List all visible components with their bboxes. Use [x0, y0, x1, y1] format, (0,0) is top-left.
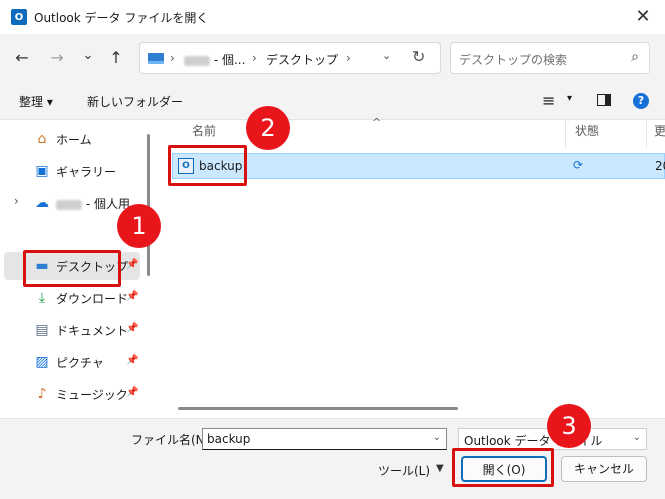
- column-divider[interactable]: [646, 120, 647, 148]
- window-title: Outlook データ ファイルを開く: [34, 11, 209, 25]
- sort-ascending-icon: ^: [372, 116, 382, 129]
- step-badge-3: 3: [547, 404, 591, 448]
- sidebar-item-label: ギャラリー: [56, 165, 117, 179]
- filetype-value: Outlook データ ファイル: [464, 434, 603, 448]
- step-badge-2: 2: [246, 106, 290, 150]
- search-box[interactable]: デスクトップの検索 ⌕: [450, 42, 650, 74]
- breadcrumb-separator[interactable]: ›: [346, 51, 351, 65]
- onedrive-icon: ☁: [35, 195, 49, 211]
- title-bar: O Outlook データ ファイルを開く ✕: [0, 0, 665, 34]
- tools-dropdown-icon[interactable]: ▼: [436, 463, 444, 474]
- search-icon: ⌕: [631, 49, 639, 65]
- step-badge-1: 1: [117, 204, 161, 248]
- command-toolbar: 整理 ▾ 新しいフォルダー ≡ ▾ ?: [0, 82, 665, 120]
- pin-icon: 📌: [126, 355, 139, 366]
- cancel-button[interactable]: キャンセル: [561, 456, 647, 482]
- desktop-icon: [148, 53, 164, 64]
- sidebar-item-label: ホーム: [56, 133, 92, 147]
- column-header-name[interactable]: 名前: [192, 122, 216, 139]
- sidebar-item-music[interactable]: ♪ ミュージック 📌: [4, 380, 140, 408]
- horizontal-scrollbar[interactable]: [178, 407, 458, 410]
- up-button[interactable]: ↑: [106, 48, 126, 68]
- chevron-down-icon[interactable]: ⌄: [633, 432, 641, 443]
- sidebar-item-label: - 個人用: [56, 195, 130, 212]
- sidebar-item-label: ピクチャ: [56, 356, 104, 370]
- view-dropdown-icon[interactable]: ▾: [567, 93, 572, 104]
- back-button[interactable]: ←: [12, 48, 32, 68]
- sidebar-item-gallery[interactable]: ▣ ギャラリー: [4, 157, 140, 185]
- redacted-username: [56, 199, 82, 210]
- sync-status-icon: ⟳: [573, 158, 584, 172]
- filename-input[interactable]: backup ⌄: [202, 428, 447, 450]
- organize-menu[interactable]: 整理 ▾: [19, 93, 53, 110]
- gallery-icon: ▣: [35, 163, 49, 179]
- sidebar-item-pictures[interactable]: ▨ ピクチャ 📌: [4, 348, 140, 376]
- download-icon: ⤓: [38, 290, 46, 306]
- column-divider[interactable]: [565, 120, 566, 148]
- sidebar-item-documents[interactable]: ▤ ドキュメント 📌: [4, 316, 140, 344]
- sidebar-item-home[interactable]: ⌂ ホーム: [4, 125, 140, 153]
- music-icon: ♪: [37, 386, 47, 402]
- breadcrumb-user[interactable]: - 個...: [184, 51, 245, 68]
- home-icon: ⌂: [37, 131, 47, 147]
- recent-locations-button[interactable]: ⌄: [78, 46, 98, 66]
- pin-icon: 📌: [126, 291, 139, 302]
- file-date: 20: [655, 159, 665, 173]
- breadcrumb-desktop[interactable]: デスクトップ: [266, 51, 338, 68]
- tools-menu[interactable]: ツール(L): [378, 462, 430, 479]
- highlight-backup-file: [168, 145, 247, 186]
- help-icon[interactable]: ?: [633, 93, 649, 109]
- breadcrumb-separator[interactable]: ›: [252, 51, 257, 65]
- redacted-username: [184, 55, 210, 66]
- sidebar-item-label: ミュージック: [56, 388, 128, 402]
- sidebar-item-label: ドキュメント: [56, 324, 129, 338]
- pin-icon: 📌: [126, 259, 139, 270]
- column-header-date[interactable]: 更: [654, 122, 665, 139]
- sidebar-item-onedrive[interactable]: › ☁ - 個人用: [4, 189, 140, 217]
- breadcrumb-separator[interactable]: ›: [170, 51, 175, 65]
- navigation-bar: ← → ⌄ ↑ › - 個... › デスクトップ › ⌄ ↻ デスクトップの検…: [0, 34, 665, 82]
- pin-icon: 📌: [126, 387, 139, 398]
- preview-pane-icon[interactable]: [597, 94, 611, 106]
- sidebar-item-downloads[interactable]: ⤓ ダウンロード 📌: [4, 284, 140, 312]
- search-placeholder: デスクトップの検索: [459, 53, 568, 67]
- filename-value: backup: [207, 432, 251, 446]
- refresh-icon[interactable]: ↻: [412, 47, 425, 66]
- column-header-status[interactable]: 状態: [575, 122, 599, 139]
- address-bar[interactable]: › - 個... › デスクトップ › ⌄ ↻: [139, 42, 441, 74]
- view-icon[interactable]: ≡: [542, 91, 555, 110]
- document-icon: ▤: [35, 322, 49, 338]
- highlight-open-button: [452, 448, 554, 487]
- new-folder-button[interactable]: 新しいフォルダー: [87, 93, 183, 110]
- pin-icon: 📌: [126, 323, 139, 334]
- sidebar-item-label: ダウンロード: [56, 292, 129, 306]
- address-dropdown-icon[interactable]: ⌄: [382, 49, 391, 62]
- chevron-down-icon[interactable]: ⌄: [433, 432, 441, 443]
- forward-button[interactable]: →: [47, 48, 67, 68]
- pictures-icon: ▨: [35, 354, 49, 370]
- highlight-desktop: [23, 250, 121, 287]
- close-button[interactable]: ✕: [633, 7, 653, 27]
- expand-chevron-icon[interactable]: ›: [14, 194, 19, 208]
- outlook-app-icon: O: [11, 9, 27, 25]
